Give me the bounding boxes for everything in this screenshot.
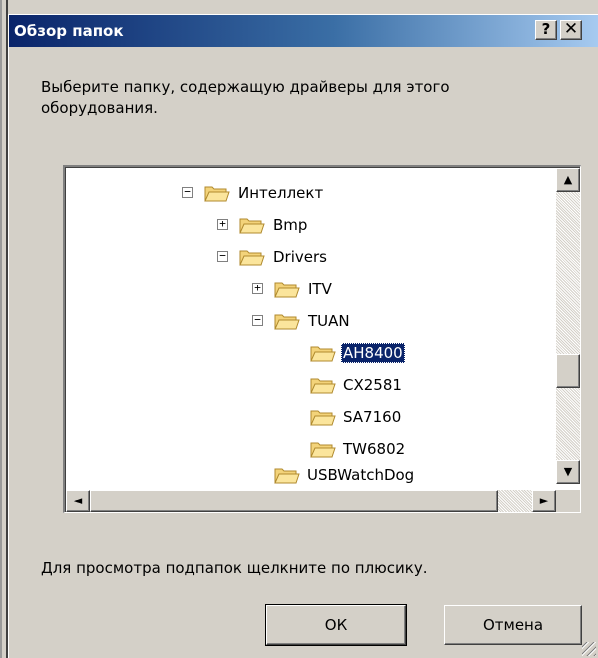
- folder-open-icon: [310, 346, 336, 362]
- folder-icon: [239, 218, 265, 234]
- tree-node-label: CX2581: [343, 376, 402, 394]
- scroll-right-button[interactable]: ►: [532, 490, 556, 512]
- hint-text: Для просмотра подпапок щелкните по плюси…: [41, 559, 428, 577]
- help-button[interactable]: ?: [535, 20, 557, 40]
- background-window-edge: [0, 0, 8, 658]
- tree-node-label-selected: AH8400: [341, 343, 405, 363]
- collapse-icon[interactable]: −: [217, 250, 228, 262]
- folder-icon: [274, 468, 300, 484]
- scroll-up-button[interactable]: ▲: [556, 168, 580, 192]
- tree-node-label: Bmp: [273, 216, 308, 234]
- folder-icon: [310, 378, 336, 394]
- folder-tree[interactable]: − Интеллект + Bmp − Drivers + ITV − TUAN…: [63, 165, 581, 513]
- folder-open-icon: [204, 186, 230, 202]
- close-button[interactable]: ✕: [560, 20, 582, 40]
- vertical-scroll-thumb[interactable]: [556, 354, 580, 388]
- ok-button[interactable]: ОК: [265, 604, 407, 646]
- tree-node-label: ITV: [308, 280, 332, 298]
- tree-node-label: TW6802: [343, 440, 406, 458]
- tree-node-label: USBWatchDog: [307, 466, 415, 484]
- folder-open-icon: [239, 250, 265, 266]
- tree-node-label: SA7160: [343, 408, 402, 426]
- tree-node-label: Drivers: [273, 248, 327, 266]
- horizontal-scroll-thumb[interactable]: [90, 490, 498, 512]
- folder-icon: [310, 410, 336, 426]
- horizontal-scrollbar[interactable]: ◄ ►: [66, 490, 556, 512]
- expand-icon[interactable]: +: [252, 282, 263, 294]
- collapse-icon[interactable]: −: [252, 314, 263, 326]
- cancel-button[interactable]: Отмена: [444, 605, 582, 645]
- browse-folder-dialog: Обзор папок ? ✕ Выберите папку, содержащ…: [8, 14, 598, 658]
- expand-icon[interactable]: +: [217, 218, 228, 230]
- resize-grip-icon[interactable]: [582, 642, 596, 656]
- tree-node-label: Интеллект: [238, 184, 324, 202]
- scroll-down-button[interactable]: ▼: [556, 460, 580, 484]
- dialog-title: Обзор папок: [14, 22, 124, 40]
- tree-node-label: TUAN: [308, 312, 350, 330]
- scroll-left-button[interactable]: ◄: [66, 490, 90, 512]
- title-bar[interactable]: Обзор папок ? ✕: [9, 15, 598, 47]
- collapse-icon[interactable]: −: [182, 186, 193, 198]
- folder-icon: [310, 442, 336, 458]
- vertical-scrollbar[interactable]: ▲ ▼: [556, 168, 580, 484]
- scrollbar-corner: [556, 490, 580, 512]
- instruction-text: Выберите папку, содержащую драйверы для …: [41, 78, 450, 117]
- folder-open-icon: [274, 314, 300, 330]
- folder-icon: [274, 282, 300, 298]
